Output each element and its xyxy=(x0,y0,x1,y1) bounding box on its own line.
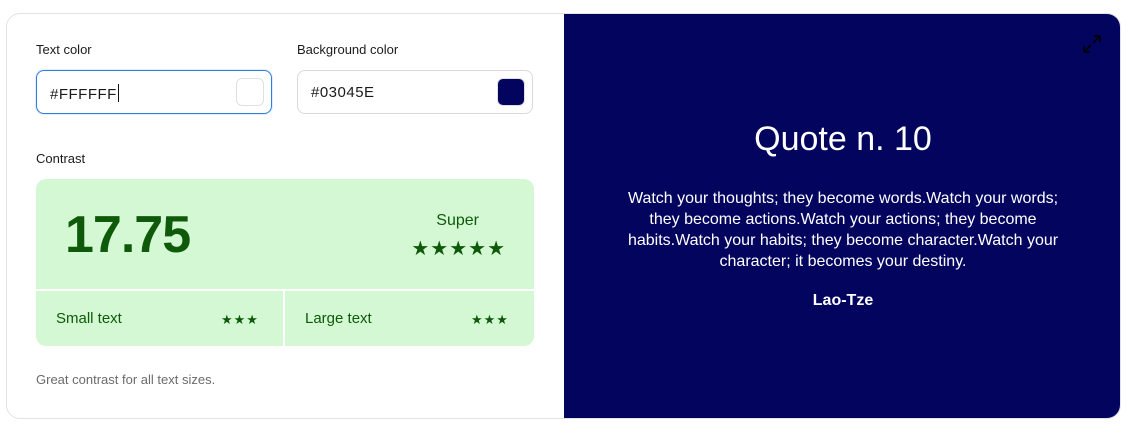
contrast-label: Contrast xyxy=(36,151,86,166)
contrast-result-panel: 17.75 Super ★★★★★ Small text ★★★ Large t… xyxy=(36,179,534,346)
small-text-stars: ★★★ xyxy=(221,312,259,327)
quote-title: Quote n. 10 xyxy=(754,120,932,158)
quote-body: Watch your thoughts; they become words.W… xyxy=(627,190,1059,270)
background-color-swatch[interactable] xyxy=(497,78,525,106)
large-text-label: Large text xyxy=(305,310,372,327)
text-color-label: Text color xyxy=(36,42,92,57)
background-color-input[interactable]: #03045E xyxy=(297,70,533,114)
controls-panel: Text color #FFFFFF Background color #030… xyxy=(7,14,564,418)
preview-panel: Quote n. 10 Watch your thoughts; they be… xyxy=(564,14,1120,418)
panel-divider-horizontal xyxy=(36,289,534,291)
contrast-ratio: 17.75 xyxy=(65,206,191,264)
overall-star-rating: ★★★★★ xyxy=(411,238,506,260)
text-color-input[interactable]: #FFFFFF xyxy=(36,70,272,114)
text-color-swatch[interactable] xyxy=(236,78,264,106)
text-caret xyxy=(117,84,119,102)
expand-icon[interactable] xyxy=(1082,34,1102,54)
text-color-value-wrap: #FFFFFF xyxy=(50,84,119,103)
quote-author: Lao-Tze xyxy=(812,292,874,309)
large-text-stars: ★★★ xyxy=(471,312,509,327)
panel-divider-vertical xyxy=(283,291,285,346)
color-contrast-card: Text color #FFFFFF Background color #030… xyxy=(6,13,1121,419)
contrast-summary: Great contrast for all text sizes. xyxy=(36,372,216,387)
text-color-value: #FFFFFF xyxy=(50,86,117,103)
background-color-value: #03045E xyxy=(311,84,375,101)
background-color-label: Background color xyxy=(297,42,399,57)
contrast-rating: Super xyxy=(436,212,479,229)
small-text-label: Small text xyxy=(56,310,122,327)
